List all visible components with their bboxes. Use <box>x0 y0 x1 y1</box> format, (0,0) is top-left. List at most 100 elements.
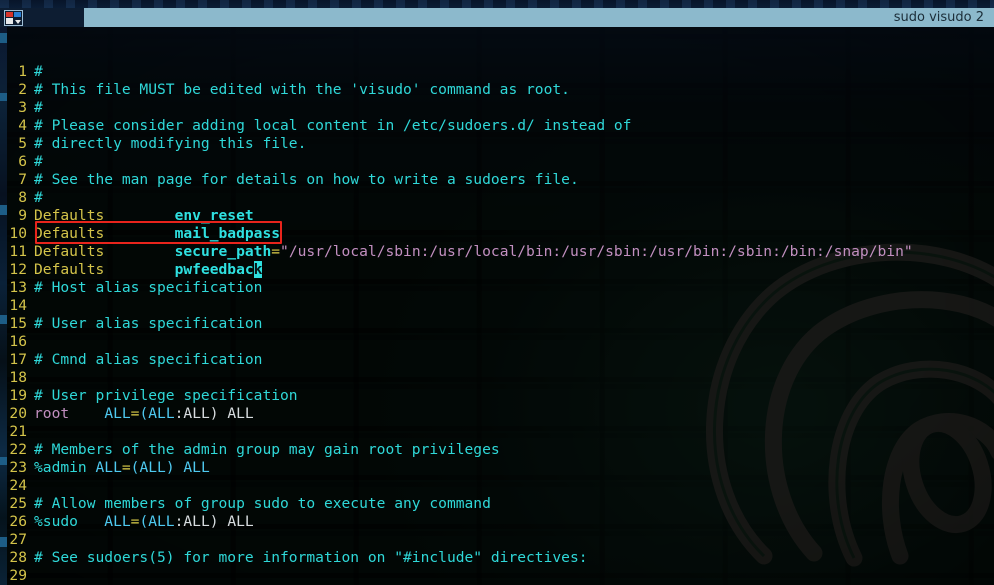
line-content: # Members of the admin group may gain ro… <box>34 441 994 459</box>
editor-line[interactable]: 2 # This file MUST be edited with the 'vi… <box>0 81 994 99</box>
line-content: %admin ALL=(ALL) ALL <box>34 459 994 477</box>
editor-line[interactable]: 29 <box>0 567 994 585</box>
code-token: ALL <box>104 405 131 422</box>
code-token: # Please consider adding local content i… <box>34 117 632 134</box>
code-token: Defaults <box>34 261 105 278</box>
editor-line[interactable]: 19 # User privilege specification <box>0 387 994 405</box>
code-token: = <box>121 459 131 476</box>
code-token: # Members of the admin group may gain ro… <box>34 441 500 458</box>
line-content: # Allow members of group sudo to execute… <box>34 495 994 513</box>
editor-text-area[interactable]: 1 #2 # This file MUST be edited with the '… <box>0 27 994 585</box>
code-token: # See the man page for details on how to… <box>34 171 579 188</box>
code-token: %admin <box>34 459 87 476</box>
code-token: # <box>34 99 43 116</box>
editor-line[interactable]: 6 # <box>0 153 994 171</box>
window-titlebar[interactable]: sudo visudo 2 <box>0 8 994 27</box>
line-content: # See sudoers(5) for more information on… <box>34 549 994 567</box>
code-token: mail_badpass <box>174 225 281 242</box>
window-title: sudo visudo 2 <box>893 10 984 25</box>
line-content: # This file MUST be edited with the 'vis… <box>34 81 994 99</box>
editor-line[interactable]: 23 %admin ALL=(ALL) ALL <box>0 459 994 477</box>
text-cursor: k <box>253 261 263 278</box>
line-content: Defaults mail_badpass <box>34 225 994 243</box>
code-token: = <box>271 243 281 260</box>
code-token: Defaults <box>34 207 105 224</box>
code-token: # directly modifying this file. <box>34 135 307 152</box>
editor-line[interactable]: 17 # Cmnd alias specification <box>0 351 994 369</box>
line-content: %sudo ALL=(ALL:ALL) ALL <box>34 513 994 531</box>
editor-line[interactable]: 27 <box>0 531 994 549</box>
code-token: :ALL) ALL <box>174 513 254 530</box>
line-content: root ALL=(ALL:ALL) ALL <box>34 405 994 423</box>
window-menu-icon <box>4 9 23 26</box>
code-token: pwfeedbac <box>174 261 254 278</box>
line-content: Defaults env_reset <box>34 207 994 225</box>
code-token: :ALL) ALL <box>174 405 254 422</box>
editor-line[interactable]: 10 Defaults mail_badpass <box>0 225 994 243</box>
code-token: # <box>34 63 43 80</box>
code-token: # Allow members of group sudo to execute… <box>34 495 491 512</box>
editor-line[interactable]: 8 # <box>0 189 994 207</box>
editor-line[interactable]: 18 <box>0 369 994 387</box>
editor-line[interactable]: 7 # See the man page for details on how t… <box>0 171 994 189</box>
line-content: # User privilege specification <box>34 387 994 405</box>
code-token: # <box>34 189 43 206</box>
editor-line[interactable]: 14 <box>0 297 994 315</box>
editor-line[interactable]: 3 # <box>0 99 994 117</box>
line-content: # directly modifying this file. <box>34 135 994 153</box>
line-content: # Host alias specification <box>34 279 994 297</box>
code-token: # User alias specification <box>34 315 263 332</box>
line-content: # See the man page for details on how to… <box>34 171 994 189</box>
code-token: Defaults <box>34 225 105 242</box>
terminal-window: sudo visudo 2 1 #2 # This file MUST be edi… <box>0 0 994 585</box>
code-token: (ALL <box>139 513 175 530</box>
editor-line[interactable]: 11 Defaults secure_path="/usr/local/sbin:… <box>0 243 994 261</box>
line-content: # <box>34 63 994 81</box>
code-token: # <box>34 153 43 170</box>
code-token: secure_path <box>174 243 272 260</box>
editor-line[interactable]: 1 # <box>0 63 994 81</box>
editor-line[interactable]: 5 # directly modifying this file. <box>0 135 994 153</box>
editor-line[interactable]: 4 # Please consider adding local content … <box>0 117 994 135</box>
code-token: ALL <box>95 459 122 476</box>
editor-line[interactable]: 24 <box>0 477 994 495</box>
window-menu-button[interactable] <box>0 8 84 27</box>
editor-line[interactable]: 15 # User alias specification <box>0 315 994 333</box>
line-content: # <box>34 153 994 171</box>
line-content: Defaults secure_path="/usr/local/sbin:/u… <box>34 243 994 261</box>
code-token: # This file MUST be edited with the 'vis… <box>34 81 570 98</box>
editor-line[interactable]: 20 root ALL=(ALL:ALL) ALL <box>0 405 994 423</box>
code-token: (ALL) ALL <box>130 459 210 476</box>
code-token: # See sudoers(5) for more information on… <box>34 549 588 566</box>
code-token: # Cmnd alias specification <box>34 351 263 368</box>
line-content: # User alias specification <box>34 315 994 333</box>
line-content: Defaults pwfeedback <box>34 261 994 279</box>
editor-line[interactable]: 28 # See sudoers(5) for more information … <box>0 549 994 567</box>
code-token: %sudo <box>34 513 78 530</box>
editor-line[interactable]: 22 # Members of the admin group may gain … <box>0 441 994 459</box>
line-content: # <box>34 99 994 117</box>
editor-line[interactable]: 13 # Host alias specification <box>0 279 994 297</box>
code-token: "/usr/local/sbin:/usr/local/bin:/usr/sbi… <box>280 243 913 260</box>
code-token: env_reset <box>174 207 254 224</box>
code-token: root <box>34 405 70 422</box>
line-content: # Please consider adding local content i… <box>34 117 994 135</box>
code-token: # User privilege specification <box>34 387 298 404</box>
editor-line[interactable]: 21 <box>0 423 994 441</box>
editor-line[interactable]: 25 # Allow members of group sudo to execu… <box>0 495 994 513</box>
left-edge-scrollbar[interactable] <box>0 27 7 585</box>
code-token: # Host alias specification <box>34 279 263 296</box>
line-content: # <box>34 189 994 207</box>
editor-line[interactable]: 26 %sudo ALL=(ALL:ALL) ALL <box>0 513 994 531</box>
editor-line[interactable]: 12 Defaults pwfeedback <box>0 261 994 279</box>
editor-line[interactable]: 9 Defaults env_reset <box>0 207 994 225</box>
editor-line[interactable]: 16 <box>0 333 994 351</box>
titlebar-top-strip <box>0 0 994 8</box>
